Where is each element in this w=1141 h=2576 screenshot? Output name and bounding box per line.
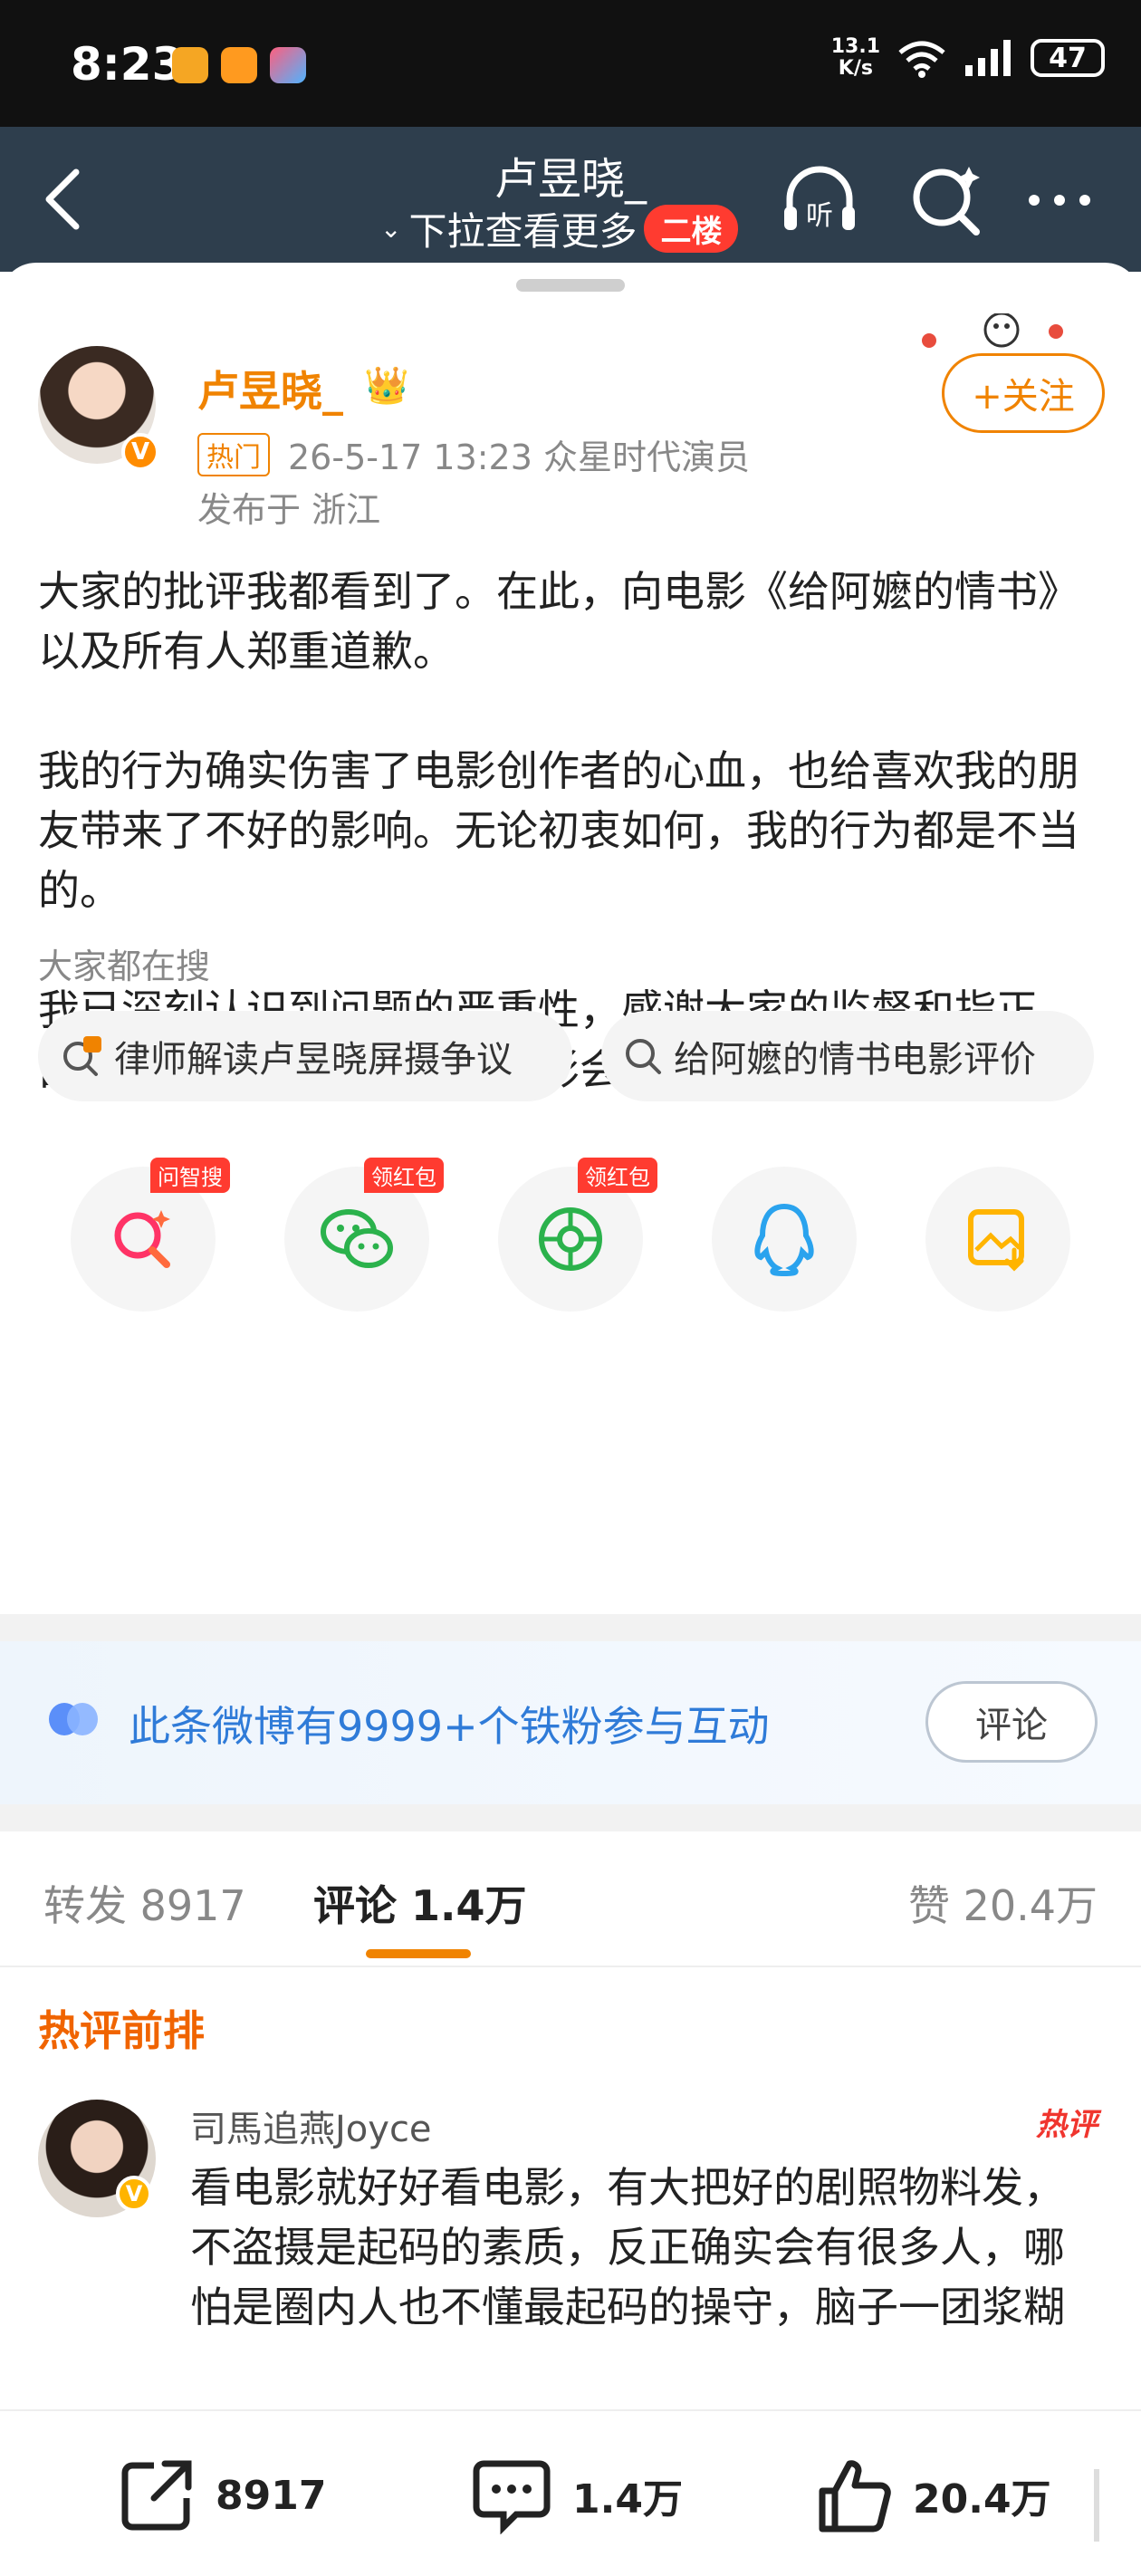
- search-chip-label: 给阿嬷的情书电影评价: [674, 1039, 1036, 1081]
- crown-icon: 👑: [364, 365, 409, 407]
- like-count: 20.4万: [913, 2476, 1051, 2523]
- divider-band: [0, 1804, 1141, 1831]
- author-name[interactable]: 卢昱晓_: [197, 359, 343, 418]
- comment-icon: [473, 2460, 551, 2534]
- sheet-handle[interactable]: [516, 279, 625, 292]
- post-paragraph: 我的行为确实伤害了电影创作者的心血，也给喜欢我的朋友带来了不好的影响。无论初衷如…: [38, 746, 1079, 915]
- verified-badge: V: [121, 433, 159, 471]
- trending-search-label: 大家都在搜: [38, 947, 211, 986]
- commenter-name[interactable]: 司馬追燕Joyce: [190, 2100, 432, 2152]
- pull-down-hint[interactable]: ⌄ 下拉查看更多 二楼: [380, 201, 739, 256]
- share-tag: 问智搜: [150, 1158, 230, 1193]
- headphones-icon[interactable]: 听: [779, 159, 860, 241]
- repost-count: 8917: [216, 2472, 327, 2519]
- share-row: 问智搜 领红包 领红包: [0, 1158, 1141, 1312]
- share-save-image[interactable]: [925, 1167, 1070, 1312]
- chevron-down-icon: ⌄: [380, 214, 402, 244]
- nav-bar: 卢昱晓_ ⌄ 下拉查看更多 二楼 听: [0, 127, 1141, 272]
- status-bar: 8:23 13.1 K/s 47: [0, 0, 1141, 127]
- follow-button[interactable]: +关注: [942, 353, 1105, 433]
- share-ask-search[interactable]: 问智搜: [71, 1158, 230, 1312]
- net-speed: 13.1 K/s: [830, 35, 880, 80]
- flag-app-icon: [270, 47, 306, 83]
- tab-comment[interactable]: 评论 1.4万: [313, 1873, 527, 1933]
- divider-band: [0, 1614, 1141, 1641]
- post-time-source: 26-5-17 13:23 众星时代演员: [288, 437, 750, 477]
- fans-text: 此条微博有9999+个铁粉参与互动: [129, 1702, 770, 1751]
- scroll-indicator[interactable]: [1094, 2469, 1099, 2542]
- post-meta: 热门 26-5-17 13:23 众星时代演员: [197, 429, 750, 479]
- thumbs-up-icon: [819, 2460, 891, 2533]
- signal-icon: [965, 40, 1011, 76]
- qq-icon: [754, 1203, 814, 1277]
- ask-search-icon: [114, 1210, 170, 1268]
- like-button[interactable]: 20.4万: [815, 2456, 1051, 2534]
- comment-button[interactable]: 1.4万: [471, 2456, 683, 2534]
- battery-indicator: 47: [1031, 39, 1105, 77]
- search-chip[interactable]: 给阿嬷的情书电影评价: [601, 1011, 1094, 1101]
- divider: [0, 1966, 1141, 1967]
- weibo-app-icon: [172, 47, 208, 83]
- post-location: 发布于 浙江: [197, 490, 381, 530]
- share-moments[interactable]: 领红包: [498, 1158, 657, 1312]
- search-icon: [626, 1039, 661, 1074]
- moments-icon: [539, 1207, 602, 1271]
- repost-button[interactable]: 8917: [118, 2456, 326, 2534]
- pull-down-text: 下拉查看更多: [408, 209, 638, 254]
- second-floor-badge: 二楼: [644, 205, 739, 253]
- wifi-icon: [898, 41, 945, 78]
- active-tab-indicator: [366, 1949, 471, 1958]
- fans-comment-button[interactable]: 评论: [925, 1681, 1098, 1763]
- commenter-verified-badge: V: [116, 2176, 152, 2212]
- fans-icon: [49, 1703, 98, 1735]
- share-tag: 领红包: [364, 1158, 444, 1193]
- save-image-icon: [968, 1209, 1024, 1272]
- share-qq[interactable]: [712, 1167, 857, 1312]
- task-app-icon: [221, 47, 257, 83]
- status-app-icons: [172, 47, 306, 83]
- hot-tag: 热门: [197, 432, 270, 476]
- status-time: 8:23: [71, 38, 184, 91]
- tab-repost[interactable]: 转发 8917: [43, 1873, 246, 1933]
- fans-banner: 此条微博有9999+个铁粉参与互动 评论: [0, 1641, 1141, 1804]
- post-paragraph: 大家的批评我都看到了。在此，向电影《给阿嬷的情书》以及所有人郑重道歉。: [38, 567, 1079, 676]
- listen-label: 听: [806, 200, 833, 232]
- repost-icon: [121, 2460, 192, 2531]
- interaction-tabs: 转发 8917 评论 1.4万 赞 20.4万: [0, 1831, 1141, 1967]
- hot-comments-title: 热评前排: [38, 2006, 205, 2055]
- share-tag: 领红包: [578, 1158, 657, 1193]
- search-icon[interactable]: [906, 159, 987, 241]
- bottom-action-bar: 8917 1.4万 20.4万: [0, 2409, 1141, 2576]
- search-chip[interactable]: 律师解读卢昱晓屏摄争议: [38, 1011, 572, 1101]
- comment-text[interactable]: 看电影就好好看电影，有大把好的剧照物料发，不盗摄是起码的素质，反正确实会有很多人…: [190, 2158, 1087, 2337]
- share-wechat[interactable]: 领红包: [284, 1158, 444, 1312]
- tab-like[interactable]: 赞 20.4万: [908, 1873, 1098, 1933]
- hot-search-icon: [63, 1036, 101, 1076]
- hot-comment-badge: 热评: [1036, 2107, 1098, 2143]
- search-chip-label: 律师解读卢昱晓屏摄争议: [114, 1039, 513, 1081]
- comment-count: 1.4万: [572, 2476, 683, 2523]
- wechat-icon: [321, 1209, 393, 1268]
- status-right: 13.1 K/s 47: [831, 36, 1105, 80]
- more-options-icon[interactable]: [1023, 178, 1096, 223]
